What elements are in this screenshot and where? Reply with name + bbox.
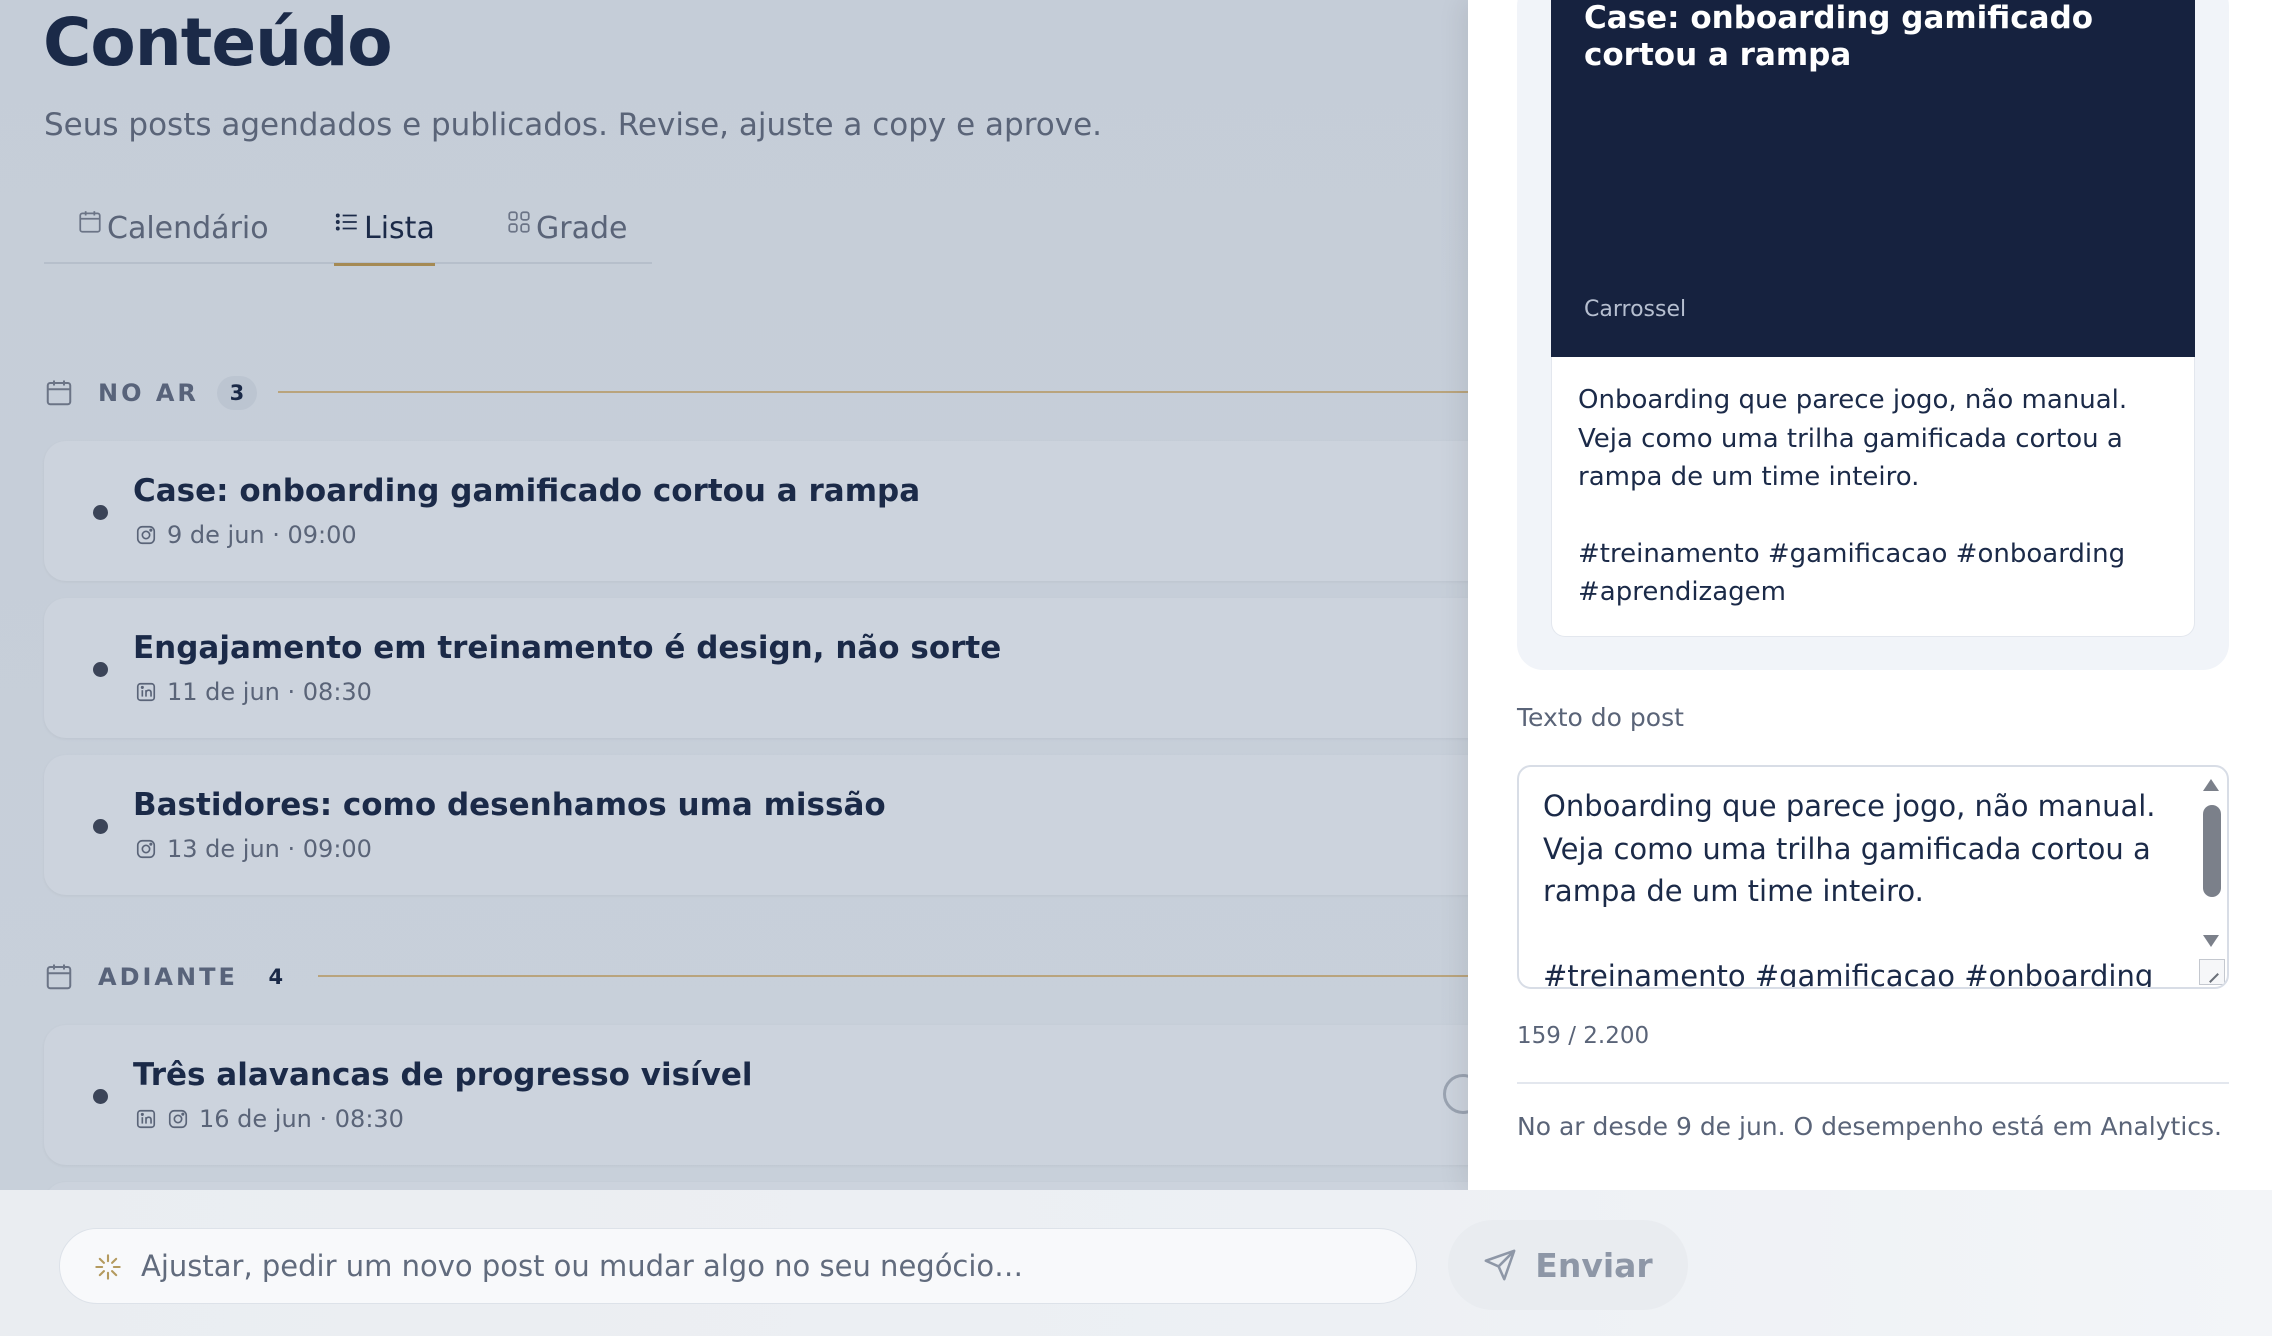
post-detail-panel: Case: onboarding gamificado cortou a ram… [1468, 0, 2272, 1190]
content-main: Conteúdo Seus posts agendados e publicad… [0, 0, 1468, 1190]
section-header-adiante: ADIANTE 4 [44, 957, 296, 997]
status-dot [93, 1089, 108, 1104]
section-divider [278, 391, 1468, 393]
post-card[interactable]: Case: onboarding gamificado cortou a ram… [44, 441, 1468, 581]
post-schedule: 9 de jun · 09:00 [167, 521, 357, 549]
section-count-badge: 4 [268, 965, 284, 989]
post-card[interactable]: Engajamento em treinamento é design, não… [44, 598, 1468, 738]
sparkle-icon [95, 1254, 121, 1280]
section-count-badge: 3 [216, 376, 257, 410]
chat-bar: Ajustar, pedir um novo post ou mudar alg… [0, 1190, 2272, 1336]
view-tabs: Calendário Lista Grade [44, 198, 652, 266]
post-text-hashtags: #treinamento #gamificacao #onboarding [1543, 958, 2154, 989]
page-title: Conteúdo [43, 4, 393, 81]
status-dot [93, 662, 108, 677]
scroll-up-arrow[interactable] [2203, 779, 2219, 791]
post-meta: 16 de jun · 08:30 [135, 1105, 404, 1133]
post-schedule: 16 de jun · 08:30 [199, 1105, 404, 1133]
caption-hashtags: #treinamento #gamificacao #onboarding #a… [1578, 538, 2126, 608]
tab-lista[interactable]: Lista [334, 202, 435, 266]
chat-input[interactable]: Ajustar, pedir um novo post ou mudar alg… [59, 1228, 1417, 1304]
panel-divider [1517, 1082, 2229, 1084]
instagram-icon [136, 839, 156, 859]
instagram-icon [168, 1109, 188, 1129]
post-text-value[interactable]: Onboarding que parece jogo, não manual. … [1543, 785, 2173, 989]
section-divider [318, 975, 1468, 977]
preview-caption: Onboarding que parece jogo, não manual. … [1551, 357, 2195, 637]
post-title: Engajamento em treinamento é design, não… [133, 630, 1002, 666]
post-text-label: Texto do post [1517, 703, 1684, 732]
caption-text: Onboarding que parece jogo, não manual. … [1578, 385, 2128, 492]
calendar-icon [46, 380, 72, 406]
chat-placeholder: Ajustar, pedir um novo post ou mudar alg… [141, 1249, 1024, 1283]
section-header-no-ar: NO AR 3 [44, 373, 257, 413]
scrollbar-thumb[interactable] [2203, 805, 2221, 897]
send-button[interactable]: Enviar [1448, 1220, 1688, 1310]
instagram-icon [136, 525, 156, 545]
status-dot [93, 505, 108, 520]
post-title: Bastidores: como desenhamos uma missão [133, 787, 886, 823]
page-subtitle: Seus posts agendados e publicados. Revis… [44, 107, 1103, 143]
post-meta: 13 de jun · 09:00 [135, 835, 372, 863]
section-label: NO AR [98, 379, 199, 407]
tab-calendario[interactable]: Calendário [77, 202, 269, 254]
post-text-field[interactable]: Onboarding que parece jogo, não manual. … [1517, 765, 2229, 989]
section-label: ADIANTE [98, 963, 238, 991]
tab-label: Grade [536, 210, 628, 246]
resize-handle[interactable] [2199, 959, 2225, 985]
post-meta: 11 de jun · 08:30 [135, 678, 372, 706]
send-icon [1484, 1249, 1516, 1281]
post-card[interactable]: Três alavancas de progresso visível 16 d… [44, 1025, 1468, 1165]
calendar-icon [79, 211, 101, 233]
character-counter: 159 / 2.200 [1517, 1023, 1650, 1049]
grid-icon [508, 211, 530, 233]
post-card[interactable]: Bastidores: como desenhamos uma missão 1… [44, 755, 1468, 895]
calendar-icon [46, 964, 72, 990]
post-schedule: 11 de jun · 08:30 [167, 678, 372, 706]
post-text-paragraph: Onboarding que parece jogo, não manual. … [1543, 789, 2156, 908]
post-meta: 9 de jun · 09:00 [135, 521, 357, 549]
tab-label: Lista [364, 210, 435, 246]
preview-image: Case: onboarding gamificado cortou a ram… [1551, 0, 2195, 357]
post-schedule: 13 de jun · 09:00 [167, 835, 372, 863]
tab-grade[interactable]: Grade [506, 202, 627, 254]
preview-format-label: Carrossel [1584, 297, 1687, 322]
scroll-down-arrow[interactable] [2203, 935, 2219, 947]
send-label: Enviar [1535, 1245, 1653, 1285]
published-status-note: No ar desde 9 de jun. O desempenho está … [1517, 1112, 2222, 1141]
post-title: Case: onboarding gamificado cortou a ram… [133, 473, 921, 509]
post-card[interactable] [44, 1182, 1468, 1190]
tab-label: Calendário [107, 210, 269, 246]
linkedin-icon [136, 682, 156, 702]
linkedin-icon [136, 1109, 156, 1129]
preview-title: Case: onboarding gamificado cortou a ram… [1584, 0, 2094, 73]
status-dot [93, 819, 108, 834]
post-title: Três alavancas de progresso visível [133, 1057, 753, 1093]
list-icon [335, 213, 357, 231]
